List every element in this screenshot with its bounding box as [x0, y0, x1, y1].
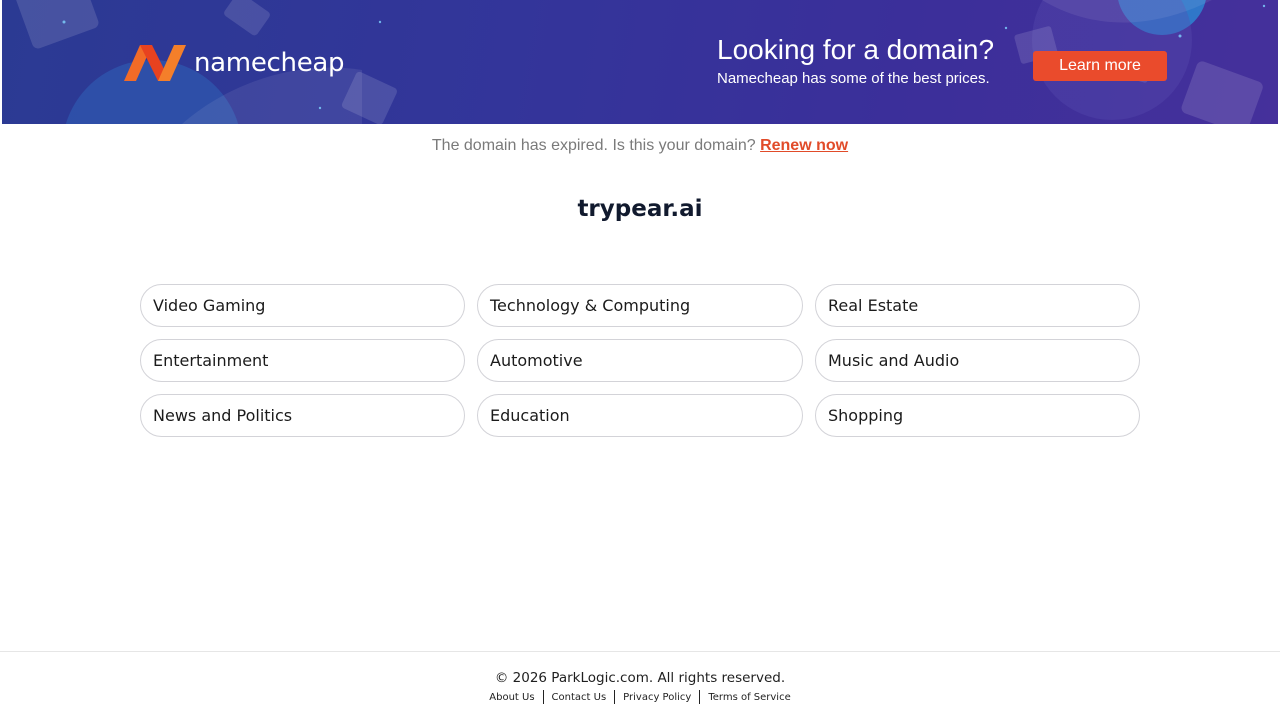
about-us-link[interactable]: About Us [481, 692, 542, 703]
category-grid: Video Gaming Technology & Computing Real… [140, 284, 1140, 437]
domain-name-title: trypear.ai [577, 196, 703, 222]
footer-links: About Us Contact Us Privacy Policy Terms of… [0, 690, 1280, 705]
page-footer: © 2026 ParkLogic.com. All rights reserve… [0, 651, 1280, 720]
namecheap-ad-banner[interactable]: namecheap Looking for a domain? Namechea… [2, 0, 1278, 124]
category-link[interactable]: Technology & Computing [477, 284, 803, 327]
domain-expired-notice: The domain has expired. Is this your dom… [0, 136, 1280, 156]
category-link[interactable]: Education [477, 394, 803, 437]
category-link[interactable]: Automotive [477, 339, 803, 382]
category-link[interactable]: Music and Audio [815, 339, 1140, 382]
contact-us-link[interactable]: Contact Us [544, 692, 615, 703]
promo-title: Looking for a domain? [717, 34, 995, 65]
promo-subtitle: Namecheap has some of the best prices. [717, 70, 990, 87]
logo-wordmark: namecheap [194, 48, 345, 78]
renew-now-link[interactable]: Renew now [760, 137, 848, 154]
copyright-text: © 2026 ParkLogic.com. All rights reserve… [494, 670, 786, 686]
category-link[interactable]: Shopping [815, 394, 1140, 437]
expired-notice-text: The domain has expired. Is this your dom… [431, 137, 756, 154]
category-link[interactable]: Entertainment [140, 339, 465, 382]
namecheap-logo-icon [124, 45, 186, 81]
category-link[interactable]: News and Politics [140, 394, 465, 437]
terms-of-service-link[interactable]: Terms of Service [700, 692, 798, 703]
category-link[interactable]: Video Gaming [140, 284, 465, 327]
learn-more-button[interactable]: Learn more [1033, 51, 1167, 81]
namecheap-logo[interactable]: namecheap [122, 43, 345, 83]
privacy-policy-link[interactable]: Privacy Policy [615, 692, 699, 703]
category-link[interactable]: Real Estate [815, 284, 1140, 327]
